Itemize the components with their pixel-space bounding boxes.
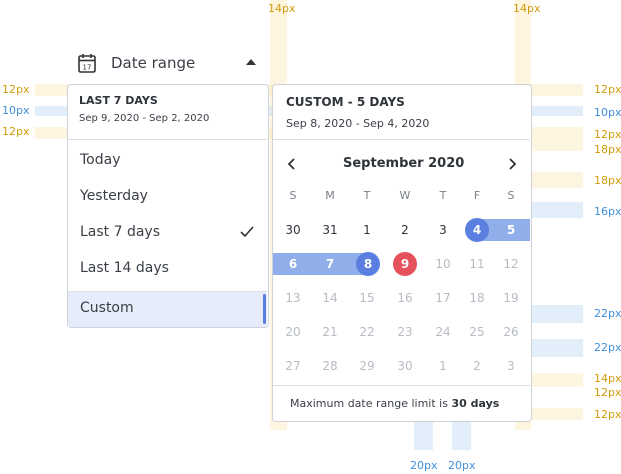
spacing-label: 20px bbox=[448, 459, 476, 472]
preset-option-last-7-days[interactable]: Last 7 days bbox=[80, 224, 160, 240]
calendar-day[interactable]: 5 bbox=[499, 223, 523, 237]
calendar-day-range-end[interactable]: 8 bbox=[356, 257, 380, 271]
month-title: September 2020 bbox=[343, 156, 465, 171]
calendar-day: 29 bbox=[359, 359, 375, 373]
spacing-label: 22px bbox=[594, 341, 621, 354]
active-indicator bbox=[263, 294, 266, 324]
calendar-day: 13 bbox=[285, 291, 301, 305]
spacing-label: 14px bbox=[594, 372, 621, 385]
calendar-day: 20 bbox=[285, 325, 301, 339]
active-preset-title: LAST 7 DAYS bbox=[79, 94, 158, 107]
divider bbox=[68, 139, 267, 140]
spacing-label: 10px bbox=[594, 106, 621, 119]
calendar-day: 17 bbox=[435, 291, 451, 305]
date-range-label[interactable]: Date range bbox=[111, 54, 195, 72]
divider bbox=[273, 385, 530, 386]
spacing-label: 14px bbox=[268, 2, 296, 15]
chevron-right-icon[interactable] bbox=[505, 157, 519, 171]
calendar-day[interactable]: 1 bbox=[355, 223, 379, 237]
spacing-label: 20px bbox=[410, 459, 438, 472]
preset-option-custom-label[interactable]: Custom bbox=[80, 300, 134, 316]
spacing-label: 22px bbox=[594, 307, 621, 320]
calendar-day: 10 bbox=[435, 257, 451, 271]
calendar-day[interactable]: 31 bbox=[318, 223, 342, 237]
calendar-day: 28 bbox=[322, 359, 338, 373]
weekday-label: W bbox=[399, 189, 411, 202]
calendar-day: 23 bbox=[397, 325, 413, 339]
spacing-label: 12px bbox=[594, 408, 621, 421]
calendar-day-range-start[interactable]: 4 bbox=[465, 223, 489, 237]
range-limit-prefix: Maximum date range limit is bbox=[290, 397, 448, 410]
range-limit-note: Maximum date range limit is 30 days bbox=[290, 397, 499, 410]
weekday-label: F bbox=[473, 189, 481, 202]
calendar-day: 19 bbox=[503, 291, 519, 305]
calendar-day: 2 bbox=[473, 359, 481, 373]
calendar-day: 25 bbox=[469, 325, 485, 339]
divider bbox=[273, 139, 530, 140]
calendar-day: 26 bbox=[503, 325, 519, 339]
spacing-label: 16px bbox=[594, 205, 621, 218]
active-preset-range: Sep 9, 2020 - Sep 2, 2020 bbox=[79, 113, 210, 124]
spacing-label: 12px bbox=[2, 125, 30, 138]
spacing-label: 12px bbox=[2, 83, 30, 96]
calendar-icon: 17 bbox=[78, 54, 96, 73]
calendar-day: 3 bbox=[507, 359, 515, 373]
calendar-day[interactable]: 30 bbox=[281, 223, 305, 237]
calendar-day: 27 bbox=[285, 359, 301, 373]
range-limit-value: 30 days bbox=[451, 397, 500, 410]
calendar-day: 30 bbox=[397, 359, 413, 373]
calendar-icon-day: 17 bbox=[83, 64, 92, 72]
calendar-day[interactable]: 7 bbox=[318, 257, 342, 271]
calendar-day: 24 bbox=[435, 325, 451, 339]
custom-range-dates: Sep 8, 2020 - Sep 4, 2020 bbox=[286, 117, 430, 130]
weekday-label: M bbox=[325, 189, 335, 202]
check-icon bbox=[240, 226, 254, 238]
calendar-day[interactable]: 3 bbox=[431, 223, 455, 237]
weekday-label: S bbox=[289, 189, 297, 202]
chevron-left-icon[interactable] bbox=[285, 157, 299, 171]
calendar-day[interactable]: 6 bbox=[281, 257, 305, 271]
spacing-label: 12px bbox=[594, 386, 621, 399]
weekday-label: T bbox=[439, 189, 447, 202]
calendar-day: 11 bbox=[469, 257, 485, 271]
calendar-day-today[interactable]: 9 bbox=[393, 257, 417, 271]
spacing-label: 10px bbox=[2, 104, 30, 117]
calendar-day: 21 bbox=[322, 325, 338, 339]
calendar-day: 15 bbox=[359, 291, 375, 305]
preset-option-yesterday[interactable]: Yesterday bbox=[80, 188, 148, 204]
caret-up-icon[interactable] bbox=[246, 59, 256, 65]
calendar-day: 1 bbox=[439, 359, 447, 373]
calendar-day: 16 bbox=[397, 291, 413, 305]
calendar-day: 22 bbox=[359, 325, 375, 339]
preset-option-last-14-days[interactable]: Last 14 days bbox=[80, 260, 169, 276]
weekday-label: T bbox=[363, 189, 371, 202]
custom-range-title: CUSTOM - 5 DAYS bbox=[286, 95, 405, 109]
calendar-day: 14 bbox=[322, 291, 338, 305]
weekday-label: S bbox=[507, 189, 515, 202]
calendar-day: 12 bbox=[503, 257, 519, 271]
spacing-label: 18px bbox=[594, 174, 621, 187]
spacing-label: 12px bbox=[594, 128, 621, 141]
spacing-label: 18px bbox=[594, 143, 621, 156]
spacing-label: 12px bbox=[594, 83, 621, 96]
spacing-label: 14px bbox=[513, 2, 541, 15]
calendar-day[interactable]: 2 bbox=[393, 223, 417, 237]
preset-option-today[interactable]: Today bbox=[80, 152, 121, 168]
calendar-day: 18 bbox=[469, 291, 485, 305]
